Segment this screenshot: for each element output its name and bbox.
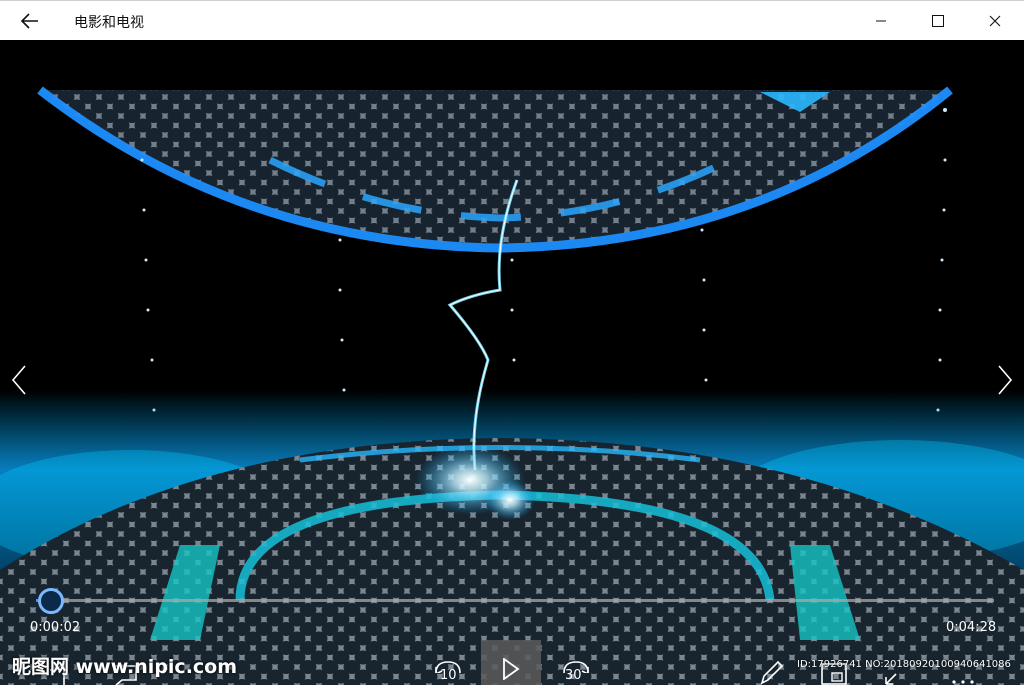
back-button[interactable] (10, 3, 50, 39)
current-time: 0:00:02 (30, 620, 81, 635)
maximize-button[interactable] (909, 1, 966, 41)
chevron-left-icon (11, 365, 26, 395)
total-time: 0:04:28 (946, 620, 997, 635)
video-frame (0, 86, 1024, 685)
next-button[interactable] (990, 360, 1020, 400)
edit-button[interactable] (758, 658, 784, 685)
chevron-right-icon (998, 365, 1013, 395)
maximize-icon (931, 15, 944, 27)
previous-button[interactable] (4, 360, 34, 400)
seek-bar[interactable] (36, 599, 994, 602)
play-icon (503, 658, 520, 680)
back-arrow-icon (21, 13, 38, 29)
seek-thumb[interactable] (38, 588, 64, 614)
watermark-id: ID:17926741 NO:20180920100940641086 (797, 659, 1011, 670)
close-icon (989, 15, 1000, 27)
play-button[interactable] (481, 640, 541, 685)
video-surface[interactable]: 0:00:02 0:04:28 10 30 昵图网 www.nipic.com … (0, 40, 1024, 685)
minimize-button[interactable] (852, 1, 909, 41)
pencil-icon (760, 660, 784, 685)
minimize-icon (875, 20, 886, 22)
close-button[interactable] (966, 1, 1023, 41)
skip-forward-label: 30 (565, 668, 582, 683)
app-title: 电影和电视 (74, 15, 144, 31)
skip-back-label: 10 (440, 668, 457, 683)
title-bar: 电影和电视 (0, 0, 1024, 40)
watermark-logo: 昵图网 www.nipic.com (12, 656, 238, 678)
